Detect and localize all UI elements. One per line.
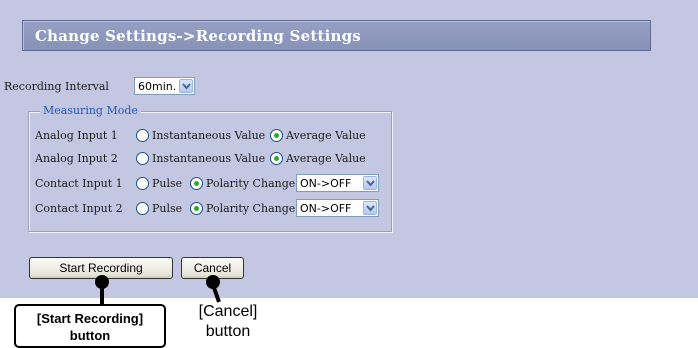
start-callout-line1: [Start Recording] — [36, 311, 144, 326]
cancel-callout: [Cancel] button — [186, 302, 270, 342]
analog-input-1-instantaneous-label: Instantaneous Value — [152, 129, 266, 142]
chevron-down-icon — [363, 176, 377, 190]
contact-input-2-pulse-radio[interactable] — [136, 202, 149, 215]
contact-input-1-label: Contact Input 1 — [35, 177, 123, 190]
start-callout-line2: button — [69, 328, 111, 343]
contact-input-2-polarity-radio[interactable] — [190, 202, 203, 215]
analog-input-2-average-label: Average Value — [286, 152, 366, 165]
recording-interval-label: Recording Interval — [4, 80, 109, 93]
cancel-callout-line1: [Cancel] — [198, 303, 258, 320]
start-recording-callout: [Start Recording] button — [14, 304, 166, 348]
measuring-mode-legend: Measuring Mode — [40, 104, 141, 117]
contact-input-2-select[interactable]: ON->OFF — [296, 199, 379, 217]
analog-input-1-average-radio[interactable] — [270, 129, 283, 142]
contact-input-1-select-value: ON->OFF — [300, 177, 352, 190]
contact-input-2-select-value: ON->OFF — [300, 202, 352, 215]
analog-input-1-instantaneous-radio[interactable] — [136, 129, 149, 142]
recording-interval-select[interactable]: 60min. — [134, 77, 195, 95]
contact-input-1-select[interactable]: ON->OFF — [296, 174, 379, 192]
recording-interval-value: 60min. — [138, 80, 177, 93]
contact-input-1-pulse-radio[interactable] — [136, 177, 149, 190]
cancel-callout-line2: button — [205, 323, 251, 340]
contact-input-2-label: Contact Input 2 — [35, 202, 123, 215]
page-title-bar: Change Settings->Recording Settings — [22, 20, 651, 51]
settings-panel: Change Settings->Recording Settings Reco… — [0, 0, 698, 298]
contact-input-1-pulse-label: Pulse — [152, 177, 183, 190]
start-callout-line — [100, 282, 104, 305]
analog-input-2-average-radio[interactable] — [270, 152, 283, 165]
cancel-callout-line — [210, 281, 221, 303]
contact-input-1-polarity-radio[interactable] — [190, 177, 203, 190]
analog-input-2-instantaneous-radio[interactable] — [136, 152, 149, 165]
contact-input-2-pulse-label: Pulse — [152, 202, 183, 215]
analog-input-2-instantaneous-label: Instantaneous Value — [152, 152, 266, 165]
contact-input-1-polarity-label: Polarity Change — [206, 177, 296, 190]
chevron-down-icon — [179, 79, 193, 93]
contact-input-2-polarity-label: Polarity Change — [206, 202, 296, 215]
chevron-down-icon — [363, 201, 377, 215]
page-title: Change Settings->Recording Settings — [35, 27, 361, 45]
analog-input-2-label: Analog Input 2 — [35, 152, 118, 165]
analog-input-1-average-label: Average Value — [286, 129, 366, 142]
analog-input-1-label: Analog Input 1 — [35, 129, 118, 142]
